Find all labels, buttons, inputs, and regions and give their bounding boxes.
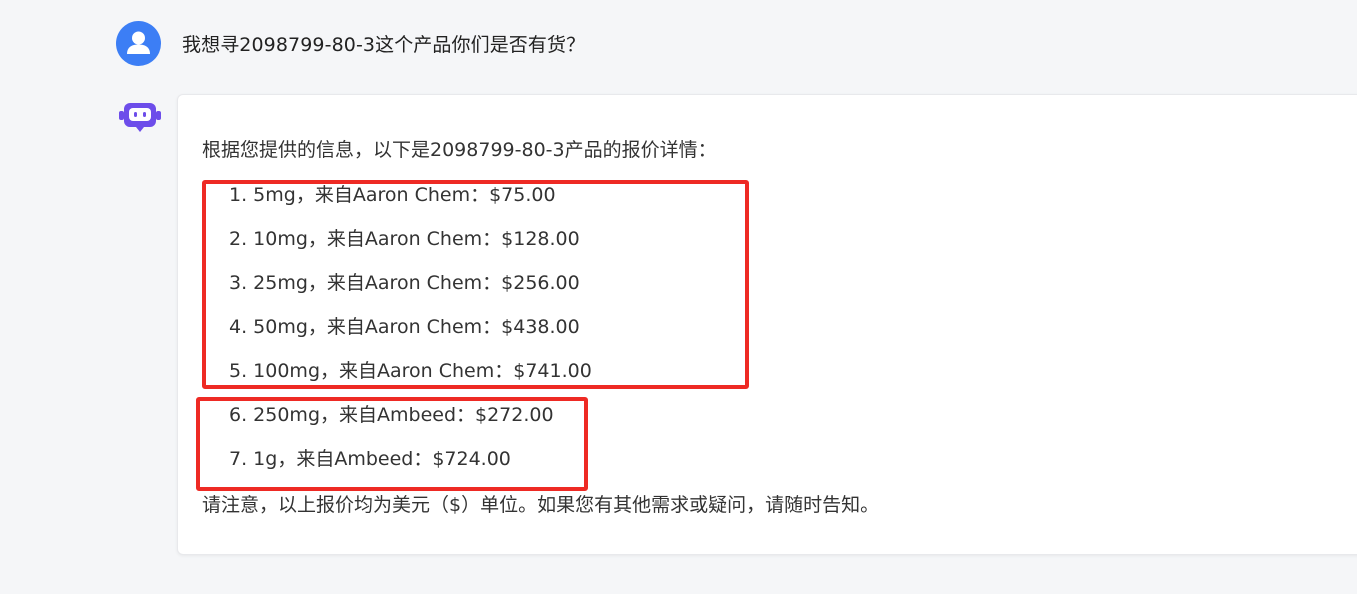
bot-intro-text: 根据您提供的信息，以下是2098799-80-3产品的报价详情：	[202, 139, 717, 161]
user-avatar-icon	[116, 21, 161, 66]
user-message-text: 我想寻2098799-80-3这个产品你们是否有货？	[182, 34, 586, 56]
user-message-row: 我想寻2098799-80-3这个产品你们是否有货？	[116, 21, 585, 66]
highlight-box-aaron-chem	[202, 180, 749, 389]
bot-note-text: 请注意，以上报价均为美元（$）单位。如果您有其他需求或疑问，请随时告知。	[202, 494, 880, 516]
highlight-box-ambeed	[196, 397, 588, 491]
robot-icon	[118, 100, 162, 136]
